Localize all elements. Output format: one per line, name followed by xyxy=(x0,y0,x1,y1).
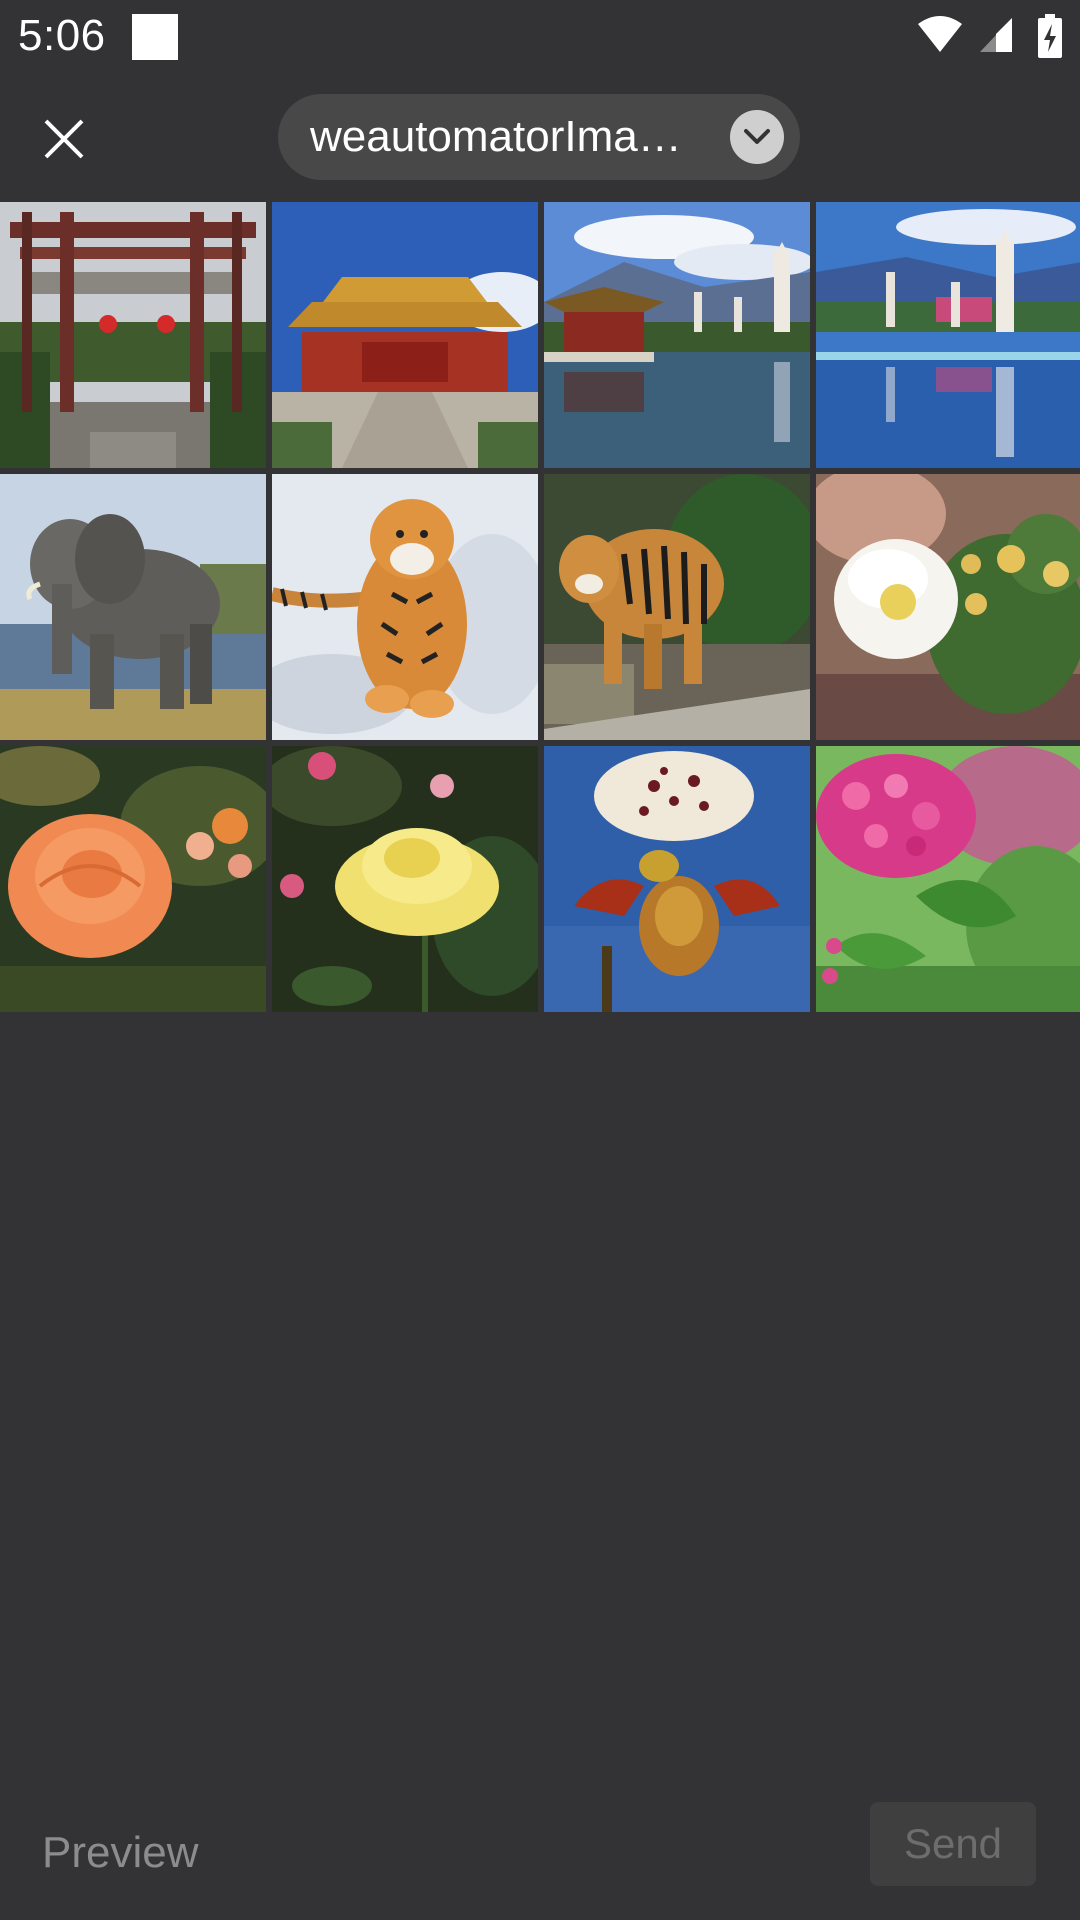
photo-tile-orchid[interactable] xyxy=(544,746,810,1012)
album-name: weautomatorIma… xyxy=(310,112,682,161)
photo-tile-elephant[interactable] xyxy=(0,474,266,740)
photo-picker-screen: 5:06 weautomatorIma… Preview Send xyxy=(0,0,1080,1920)
photo-tile-white-rose[interactable] xyxy=(816,474,1080,740)
bottom-bar: Preview Send xyxy=(0,1780,1080,1920)
photo-tile-pink-flowers[interactable] xyxy=(816,746,1080,1012)
close-button[interactable] xyxy=(30,105,98,173)
close-icon xyxy=(44,119,84,159)
photo-tile-tiger-in-snow[interactable] xyxy=(272,474,538,740)
photo-tile-pagodas-pavilion-lake[interactable] xyxy=(544,202,810,468)
album-dropdown-button[interactable] xyxy=(730,110,784,164)
photo-tile-palace-gate[interactable] xyxy=(272,202,538,468)
chevron-down-icon xyxy=(744,129,770,144)
cellular-signal-icon xyxy=(980,18,1012,52)
send-button[interactable]: Send xyxy=(870,1802,1036,1886)
notification-square-icon xyxy=(132,14,178,60)
status-time: 5:06 xyxy=(18,11,106,60)
photo-tile-pagodas-reflection-lake[interactable] xyxy=(816,202,1080,468)
status-bar: 5:06 xyxy=(0,0,1080,72)
picker-header: weautomatorIma… xyxy=(0,72,1080,202)
photo-tile-orange-rose[interactable] xyxy=(0,746,266,1012)
photo-tile-temple-gate[interactable] xyxy=(0,202,266,468)
photo-tile-yellow-rose[interactable] xyxy=(272,746,538,1012)
photo-tile-tiger-walking[interactable] xyxy=(544,474,810,740)
wifi-icon xyxy=(918,16,962,52)
album-selector[interactable]: weautomatorIma… xyxy=(278,94,800,180)
status-icons xyxy=(916,14,1066,62)
preview-button[interactable]: Preview xyxy=(42,1828,199,1878)
battery-charging-icon xyxy=(1038,14,1062,58)
